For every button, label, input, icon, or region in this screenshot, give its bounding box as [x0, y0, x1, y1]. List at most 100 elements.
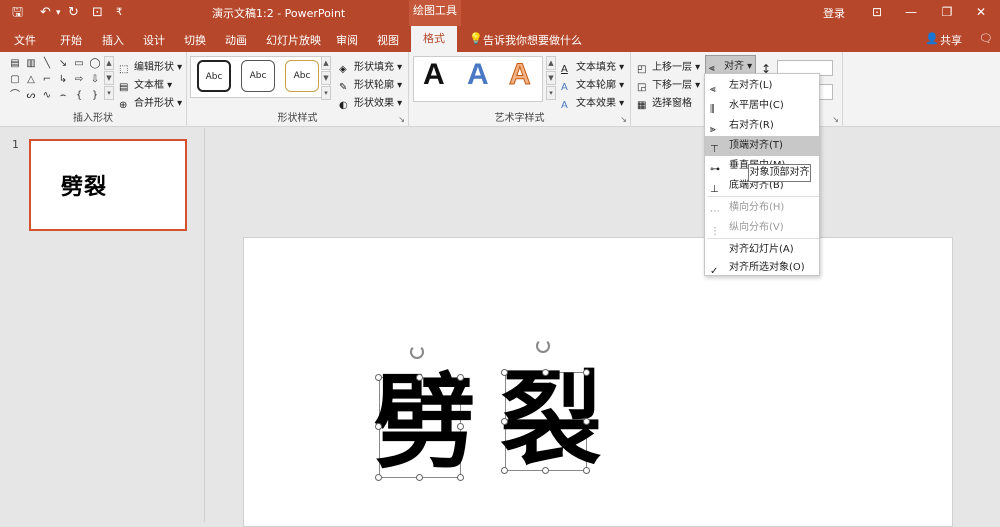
- shape-outline-button[interactable]: ✎ 形状轮廓 ▾: [339, 76, 402, 94]
- undo-dropdown-icon[interactable]: ▾: [56, 4, 61, 22]
- wordart-style-black[interactable]: A: [423, 58, 445, 92]
- shape-fill-button[interactable]: ◈ 形状填充 ▾: [339, 58, 402, 76]
- shapes-more[interactable]: ▾: [104, 86, 114, 100]
- resize-handle[interactable]: [416, 474, 423, 481]
- tab-insert[interactable]: 插入: [102, 32, 124, 48]
- elbow-connector-shape-icon[interactable]: ⌐: [40, 74, 54, 86]
- resize-handle[interactable]: [457, 374, 464, 381]
- resize-handle[interactable]: [501, 369, 508, 376]
- insert-shapes-label: 插入形状: [73, 113, 113, 124]
- align-selected-objects-item[interactable]: ✓ 对齐所选对象(O): [705, 258, 819, 278]
- tab-animations[interactable]: 动画: [225, 32, 247, 48]
- align-center-item[interactable]: ⫼ 水平居中(C): [705, 96, 819, 116]
- shape-styles-scroll-down[interactable]: ▼: [321, 71, 331, 85]
- freeform-shape-icon[interactable]: ⌒: [8, 90, 22, 102]
- insert-shapes-group: ▤ ▥ ╲ ↘ ▭ ◯ ▢ △ ⌐ ↳ ⇨ ⇩ ⌒ ᔕ ∿ ⌢ { } ▲ ▼ …: [0, 52, 187, 127]
- arrow-line-shape-icon[interactable]: ↘: [56, 58, 70, 70]
- distribute-vertically-item[interactable]: ⋮ 纵向分布(V): [705, 218, 819, 238]
- wordart-dialog-launcher[interactable]: ↘: [620, 115, 627, 124]
- right-brace-shape-icon[interactable]: }: [88, 90, 102, 102]
- minimize-icon[interactable]: —: [896, 0, 926, 26]
- shape-styles-more[interactable]: ▾: [321, 86, 331, 100]
- align-to-slide-item[interactable]: 对齐幻灯片(A): [705, 240, 819, 260]
- resize-handle[interactable]: [457, 474, 464, 481]
- left-brace-shape-icon[interactable]: {: [72, 90, 86, 102]
- shape-styles-scroll-up[interactable]: ▲: [321, 56, 331, 70]
- resize-handle[interactable]: [375, 374, 382, 381]
- resize-handle[interactable]: [542, 369, 549, 376]
- shapes-scroll-up[interactable]: ▲: [104, 56, 114, 70]
- size-dialog-launcher[interactable]: ↘: [832, 115, 839, 124]
- textbox-shape-icon[interactable]: ▤: [8, 58, 22, 70]
- wordart-styles-label: 艺术字样式: [494, 113, 545, 124]
- tab-home[interactable]: 开始: [60, 32, 82, 48]
- share-button[interactable]: 共享: [940, 32, 962, 48]
- oval-shape-icon[interactable]: ◯: [88, 58, 102, 70]
- slide-canvas[interactable]: 劈 裂: [243, 237, 953, 527]
- login-button[interactable]: 登录: [823, 5, 845, 21]
- maximize-icon[interactable]: ❐: [932, 0, 962, 26]
- rounded-rectangle-shape-icon[interactable]: ▢: [8, 74, 22, 86]
- resize-handle[interactable]: [542, 467, 549, 474]
- bring-forward-icon: ◰: [637, 64, 647, 75]
- tab-design[interactable]: 设计: [143, 32, 165, 48]
- shape-style-3[interactable]: Abc: [285, 60, 319, 92]
- tab-slideshow[interactable]: 幻灯片放映: [266, 32, 321, 48]
- text-outline-button[interactable]: A 文本轮廓 ▾: [561, 76, 624, 94]
- redo-icon[interactable]: ↻: [68, 4, 79, 22]
- shape-style-2[interactable]: Abc: [241, 60, 275, 92]
- tab-file[interactable]: 文件: [14, 32, 36, 48]
- align-right-item[interactable]: ⫸ 右对齐(R): [705, 116, 819, 136]
- ribbon-display-options-icon[interactable]: ⊡: [862, 0, 892, 26]
- align-left-item[interactable]: ⫷ 左对齐(L): [705, 76, 819, 96]
- elbow-arrow-shape-icon[interactable]: ↳: [56, 74, 70, 86]
- line-shape-icon[interactable]: ╲: [40, 58, 54, 70]
- slide-thumbnail[interactable]: 劈裂: [29, 139, 187, 231]
- shapes-scroll-down[interactable]: ▼: [104, 71, 114, 85]
- resize-handle[interactable]: [416, 374, 423, 381]
- close-icon[interactable]: ✕: [966, 0, 996, 26]
- resize-handle[interactable]: [501, 467, 508, 474]
- undo-icon[interactable]: ↶: [40, 4, 51, 22]
- start-from-beginning-icon[interactable]: ⊡: [92, 4, 103, 22]
- wordart-style-orange[interactable]: A: [509, 58, 532, 92]
- scribble-shape-icon[interactable]: ᔕ: [24, 90, 38, 102]
- tab-view[interactable]: 视图: [377, 32, 399, 48]
- bring-forward-button[interactable]: ◰ 上移一层 ▾: [637, 58, 700, 76]
- shape-styles-dialog-launcher[interactable]: ↘: [398, 115, 405, 124]
- resize-handle[interactable]: [375, 474, 382, 481]
- rotate-handle-2-icon[interactable]: [536, 339, 550, 353]
- rectangle-shape-icon[interactable]: ▭: [72, 58, 86, 70]
- arc-shape-icon[interactable]: ⌢: [56, 90, 70, 102]
- comments-icon[interactable]: 🗨: [979, 32, 993, 45]
- tab-format[interactable]: 格式: [411, 26, 457, 52]
- resize-handle[interactable]: [501, 418, 508, 425]
- edit-shape-button[interactable]: ⬚ 编辑形状 ▾: [119, 58, 182, 76]
- wordart-style-blue[interactable]: A: [467, 58, 489, 92]
- resize-handle[interactable]: [583, 418, 590, 425]
- text-fill-button[interactable]: A 文本填充 ▾: [561, 58, 624, 76]
- tab-transitions[interactable]: 切换: [184, 32, 206, 48]
- text-box-button[interactable]: ▤ 文本框 ▾: [119, 76, 172, 94]
- wordart-more[interactable]: ▾: [546, 86, 556, 100]
- wordart-scroll-up[interactable]: ▲: [546, 56, 556, 70]
- right-arrow-shape-icon[interactable]: ⇨: [72, 74, 86, 86]
- send-backward-button[interactable]: ◲ 下移一层 ▾: [637, 76, 700, 94]
- tell-me-search[interactable]: 告诉我你想要做什么: [483, 32, 582, 48]
- rotate-handle-1-icon[interactable]: [410, 345, 424, 359]
- shape-style-1[interactable]: Abc: [197, 60, 231, 92]
- resize-handle[interactable]: [583, 369, 590, 376]
- wordart-scroll-down[interactable]: ▼: [546, 71, 556, 85]
- align-top-item[interactable]: ⊤ 顶端对齐(T): [705, 136, 819, 156]
- resize-handle[interactable]: [583, 467, 590, 474]
- textbox-vertical-shape-icon[interactable]: ▥: [24, 58, 38, 70]
- resize-handle[interactable]: [457, 423, 464, 430]
- triangle-shape-icon[interactable]: △: [24, 74, 38, 86]
- customize-quick-access-icon[interactable]: ₹: [116, 4, 122, 22]
- resize-handle[interactable]: [375, 423, 382, 430]
- down-arrow-shape-icon[interactable]: ⇩: [88, 74, 102, 86]
- tab-review[interactable]: 审阅: [336, 32, 358, 48]
- save-icon[interactable]: 🖫: [12, 4, 23, 22]
- distribute-horizontally-item[interactable]: ⋯ 横向分布(H): [705, 198, 819, 218]
- curve-shape-icon[interactable]: ∿: [40, 90, 54, 102]
